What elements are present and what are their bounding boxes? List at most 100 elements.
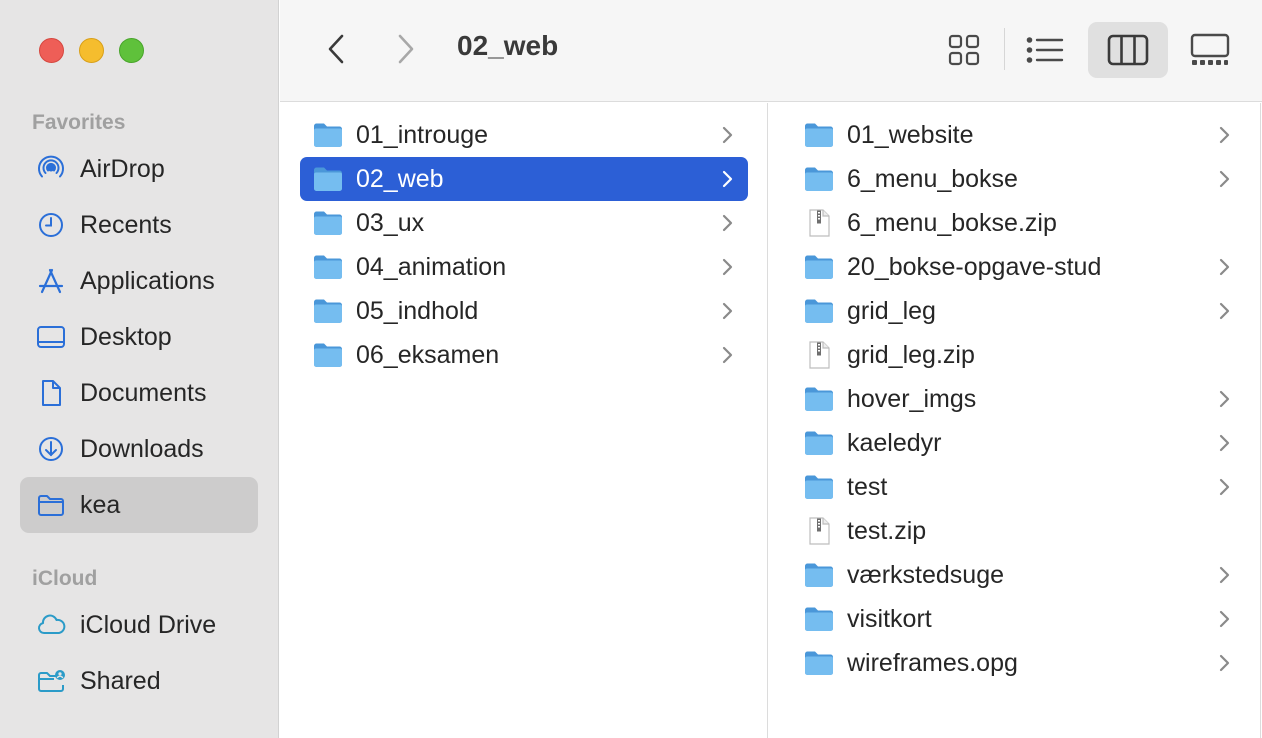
item-name: 04_animation <box>356 252 507 281</box>
folder-icon <box>803 297 835 325</box>
sidebar-item-applications[interactable]: Applications <box>20 253 258 309</box>
folder-icon <box>312 209 344 237</box>
cloud-icon <box>35 609 67 641</box>
column-view-button[interactable] <box>1088 22 1168 78</box>
sidebar-heading-icloud: iCloud <box>32 567 98 590</box>
download-icon <box>35 433 67 465</box>
chevron-left-icon <box>328 34 344 64</box>
sidebar-item-label: Recents <box>80 210 172 239</box>
list-view-button[interactable] <box>1020 22 1070 78</box>
folder-row[interactable]: 03_ux <box>300 201 748 245</box>
folder-icon <box>312 297 344 325</box>
desktop-icon <box>35 321 67 353</box>
sidebar-item-label: Documents <box>80 378 207 407</box>
item-name: wireframes.opg <box>847 648 1018 677</box>
sidebar-item-label: Desktop <box>80 322 172 351</box>
sidebar-item-downloads[interactable]: Downloads <box>20 421 258 477</box>
chevron-right-icon <box>1217 255 1231 279</box>
sidebar-item-icloud-drive[interactable]: iCloud Drive <box>20 597 258 653</box>
sidebar-item-airdrop[interactable]: AirDrop <box>20 141 258 197</box>
folder-row[interactable]: 01_introuge <box>300 113 748 157</box>
file-row[interactable]: grid_leg.zip <box>791 333 1245 377</box>
gallery-view-icon <box>1190 33 1230 65</box>
folder-icon <box>312 253 344 281</box>
chevron-right-icon <box>1217 387 1231 411</box>
item-name: 6_menu_bokse.zip <box>847 208 1057 237</box>
chevron-right-icon <box>1217 299 1231 323</box>
folder-row[interactable]: grid_leg <box>791 289 1245 333</box>
document-icon <box>35 377 67 409</box>
item-name: værkstedsuge <box>847 560 1005 589</box>
folder-icon <box>803 561 835 589</box>
item-name: test <box>847 472 888 501</box>
folder-icon <box>35 489 67 521</box>
forward-button[interactable] <box>388 30 424 68</box>
chevron-right-icon <box>720 343 734 367</box>
chevron-right-icon <box>720 167 734 191</box>
sidebar-item-documents[interactable]: Documents <box>20 365 258 421</box>
grid-view-icon <box>948 34 980 66</box>
window-title: 02_web <box>457 30 559 61</box>
folder-icon <box>803 165 835 193</box>
close-window-button[interactable] <box>39 38 64 63</box>
chevron-right-icon <box>1217 563 1231 587</box>
folder-icon <box>312 165 344 193</box>
clock-icon <box>35 209 67 241</box>
item-name: 20_bokse-opgave-stud <box>847 252 1102 281</box>
folder-row[interactable]: 06_eksamen <box>300 333 748 377</box>
chevron-right-icon <box>720 211 734 235</box>
sidebar-item-recents[interactable]: Recents <box>20 197 258 253</box>
chevron-right-icon <box>1217 607 1231 631</box>
file-row[interactable]: test.zip <box>791 509 1245 553</box>
folder-icon <box>312 341 344 369</box>
file-row[interactable]: 6_menu_bokse.zip <box>791 201 1245 245</box>
folder-row[interactable]: 6_menu_bokse <box>791 157 1245 201</box>
chevron-right-icon <box>720 299 734 323</box>
chevron-right-icon <box>1217 475 1231 499</box>
shared-folder-icon <box>35 665 67 697</box>
folder-icon <box>312 121 344 149</box>
chevron-right-icon <box>720 255 734 279</box>
item-name: kaeledyr <box>847 428 942 457</box>
item-name: 03_ux <box>356 208 425 237</box>
zoom-window-button[interactable] <box>119 38 144 63</box>
sidebar-item-kea[interactable]: kea <box>20 477 258 533</box>
folder-row[interactable]: 01_website <box>791 113 1245 157</box>
chevron-right-icon <box>1217 167 1231 191</box>
sidebar-item-shared[interactable]: Shared <box>20 653 258 709</box>
list-view-icon <box>1026 37 1064 63</box>
chevron-right-icon <box>1217 651 1231 675</box>
item-name: test.zip <box>847 516 927 545</box>
sidebar-item-label: Downloads <box>80 434 204 463</box>
folder-row[interactable]: wireframes.opg <box>791 641 1245 685</box>
item-name: visitkort <box>847 604 932 633</box>
folder-row[interactable]: 05_indhold <box>300 289 748 333</box>
folder-icon <box>803 121 835 149</box>
minimize-window-button[interactable] <box>79 38 104 63</box>
chevron-right-icon <box>720 123 734 147</box>
folder-icon <box>803 605 835 633</box>
zip-file-icon <box>803 209 835 237</box>
sidebar-item-label: AirDrop <box>80 154 165 183</box>
folder-row[interactable]: 20_bokse-opgave-stud <box>791 245 1245 289</box>
item-name: 01_website <box>847 120 974 149</box>
back-button[interactable] <box>318 30 354 68</box>
folder-row[interactable]: 02_web <box>300 157 748 201</box>
sidebar-item-label: iCloud Drive <box>80 610 217 639</box>
chevron-right-icon <box>1217 431 1231 455</box>
folder-row[interactable]: kaeledyr <box>791 421 1245 465</box>
chevron-right-icon <box>1217 123 1231 147</box>
folder-row[interactable]: test <box>791 465 1245 509</box>
item-name: 01_introuge <box>356 120 489 149</box>
gallery-view-button[interactable] <box>1182 22 1238 78</box>
item-name: 05_indhold <box>356 296 479 325</box>
folder-row[interactable]: hover_imgs <box>791 377 1245 421</box>
applications-icon <box>35 265 67 297</box>
folder-row[interactable]: værkstedsuge <box>791 553 1245 597</box>
folder-row[interactable]: 04_animation <box>300 245 748 289</box>
sidebar-item-label: kea <box>80 490 121 519</box>
sidebar-item-desktop[interactable]: Desktop <box>20 309 258 365</box>
icon-view-button[interactable] <box>938 22 990 78</box>
folder-row[interactable]: visitkort <box>791 597 1245 641</box>
item-name: hover_imgs <box>847 384 977 413</box>
